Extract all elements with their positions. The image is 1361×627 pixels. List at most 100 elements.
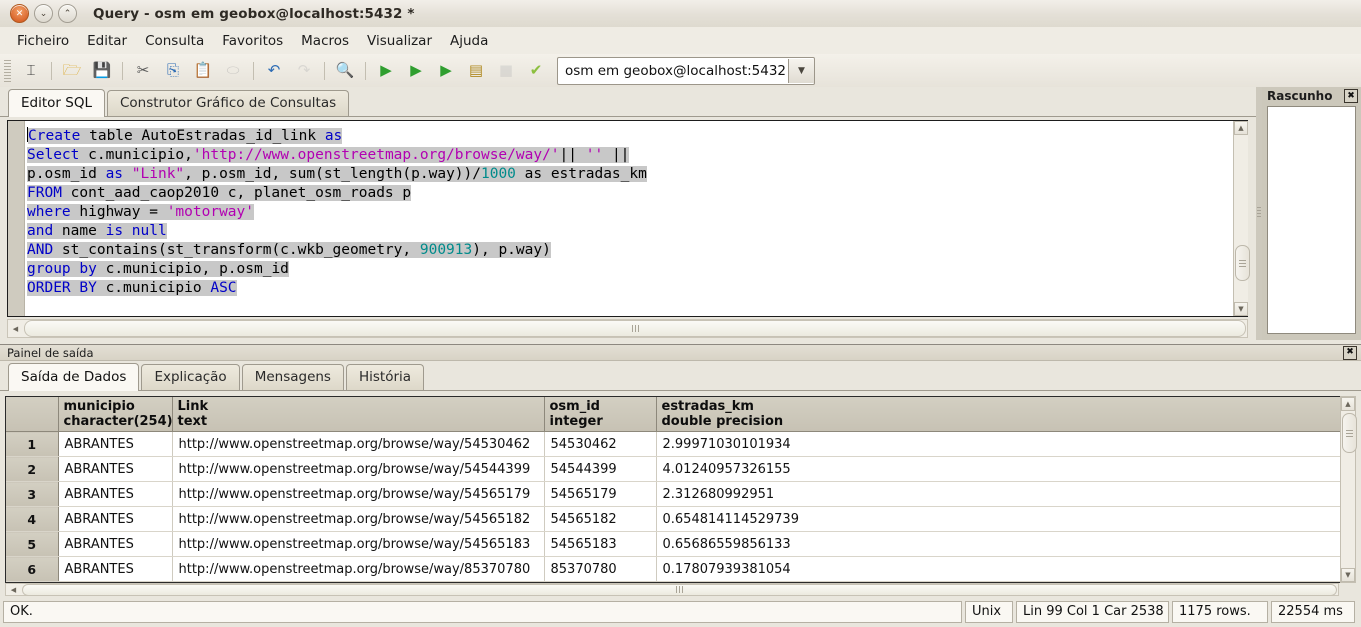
- row-number-cell[interactable]: 4: [6, 506, 59, 532]
- cell-municipio[interactable]: ABRANTES: [58, 556, 173, 582]
- tab-explicacao[interactable]: Explicação: [141, 364, 240, 390]
- cell-osm_id[interactable]: 54530462: [544, 431, 657, 457]
- grid-corner-header[interactable]: [6, 397, 59, 432]
- cell-municipio[interactable]: ABRANTES: [58, 456, 173, 482]
- grid-vertical-scrollbar[interactable]: ▲ ▼: [1340, 396, 1357, 583]
- close-icon[interactable]: ✖: [1344, 89, 1358, 103]
- cell-municipio[interactable]: ABRANTES: [58, 506, 173, 532]
- menu-favoritos[interactable]: Favoritos: [213, 30, 292, 52]
- cell-osm_id[interactable]: 54565179: [544, 481, 657, 507]
- tab-construtor-grafico[interactable]: Construtor Gráfico de Consultas: [106, 90, 350, 116]
- cell-osm_id[interactable]: 54544399: [544, 456, 657, 482]
- cell-Link[interactable]: http://www.openstreetmap.org/browse/way/…: [172, 456, 545, 482]
- new-query-icon[interactable]: ⌶: [17, 58, 45, 84]
- window-controls: ✕ ⌄ ⌃: [10, 4, 77, 23]
- menu-macros[interactable]: Macros: [292, 30, 358, 52]
- cell-Link[interactable]: http://www.openstreetmap.org/browse/way/…: [172, 556, 545, 582]
- scroll-down-icon[interactable]: ▼: [1234, 302, 1248, 316]
- execute-query-icon[interactable]: ▶: [372, 58, 400, 84]
- sql-line: where highway = 'motorway': [27, 203, 1247, 222]
- tab-saida-de-dados[interactable]: Saída de Dados: [8, 363, 140, 391]
- table-row[interactable]: 2 ABRANTES http://www.openstreetmap.org/br…: [6, 456, 1342, 482]
- tab-mensagens[interactable]: Mensagens: [241, 364, 344, 390]
- row-number-cell[interactable]: 6: [6, 556, 59, 582]
- cell-estradas_km[interactable]: 4.01240957326155: [656, 456, 1342, 482]
- menu-ficheiro[interactable]: Ficheiro: [8, 30, 78, 52]
- toolbar-grip[interactable]: [4, 59, 11, 82]
- edit-icon: ⬭: [219, 58, 247, 84]
- cut-icon[interactable]: ✂: [129, 58, 157, 84]
- table-row[interactable]: 4 ABRANTES http://www.openstreetmap.org/br…: [6, 506, 1342, 532]
- grid-hscroll-thumb[interactable]: [22, 583, 1337, 596]
- sql-line: FROM cont_aad_caop2010 c, planet_osm_roa…: [27, 184, 1247, 203]
- scroll-thumb-grip: [676, 586, 683, 593]
- close-window-button[interactable]: ✕: [10, 4, 29, 23]
- explain-analyze-icon[interactable]: ▤: [462, 58, 490, 84]
- sql-token: Select: [27, 147, 80, 163]
- execute-to-file-icon[interactable]: ▶: [402, 58, 430, 84]
- connection-value[interactable]: osm em geobox@localhost:5432: [558, 59, 788, 83]
- grid-column-header-Link[interactable]: Link text: [172, 397, 545, 432]
- cell-municipio[interactable]: ABRANTES: [58, 431, 173, 457]
- editor-vscroll-thumb[interactable]: [1235, 245, 1250, 281]
- save-file-icon[interactable]: 💾: [88, 58, 116, 84]
- chevron-down-icon[interactable]: ▼: [788, 58, 814, 83]
- grid-column-header-osm_id[interactable]: osm_id integer: [544, 397, 657, 432]
- find-icon[interactable]: 🔍: [331, 58, 359, 84]
- cell-estradas_km[interactable]: 0.17807939381054: [656, 556, 1342, 582]
- close-icon[interactable]: ✖: [1343, 345, 1357, 360]
- row-number-cell[interactable]: 5: [6, 531, 59, 557]
- cell-osm_id[interactable]: 54565182: [544, 506, 657, 532]
- tab-editor-sql[interactable]: Editor SQL: [8, 89, 105, 117]
- table-row[interactable]: 3 ABRANTES http://www.openstreetmap.org/br…: [6, 481, 1342, 507]
- tab-historia[interactable]: História: [345, 364, 425, 390]
- cell-Link[interactable]: http://www.openstreetmap.org/browse/way/…: [172, 531, 545, 557]
- minimize-window-button[interactable]: ⌄: [34, 4, 53, 23]
- cell-Link[interactable]: http://www.openstreetmap.org/browse/way/…: [172, 481, 545, 507]
- row-number-cell[interactable]: 2: [6, 456, 59, 482]
- data-output-grid[interactable]: municipio character(254) Link text osm_id int…: [5, 396, 1356, 583]
- maximize-window-button[interactable]: ⌃: [58, 4, 77, 23]
- menu-visualizar[interactable]: Visualizar: [358, 30, 441, 52]
- undo-icon[interactable]: ↶: [260, 58, 288, 84]
- row-number-cell[interactable]: 1: [6, 431, 59, 457]
- table-row[interactable]: 1 ABRANTES http://www.openstreetmap.org/br…: [6, 431, 1342, 457]
- paste-icon[interactable]: 📋: [189, 58, 217, 84]
- open-file-icon[interactable]: 🗁: [58, 58, 86, 84]
- explain-query-icon[interactable]: ▶: [432, 58, 460, 84]
- cell-estradas_km[interactable]: 0.654814114529739: [656, 506, 1342, 532]
- cell-estradas_km[interactable]: 0.65686559856133: [656, 531, 1342, 557]
- row-number-cell[interactable]: 3: [6, 481, 59, 507]
- menu-consulta[interactable]: Consulta: [136, 30, 213, 52]
- sql-editor-frame[interactable]: Create table AutoEstradas_id_link as Sele…: [7, 120, 1248, 317]
- scratch-pad-text-area[interactable]: [1267, 106, 1356, 334]
- copy-icon[interactable]: ⎘: [159, 58, 187, 84]
- menu-ajuda[interactable]: Ajuda: [441, 30, 497, 52]
- query-favourites-icon[interactable]: ✔: [522, 58, 550, 84]
- editor-vertical-scrollbar[interactable]: ▲ ▼: [1233, 121, 1250, 316]
- menu-editar[interactable]: Editar: [78, 30, 136, 52]
- scratch-pad-dock: Rascunho ✖: [1262, 87, 1361, 340]
- cell-Link[interactable]: http://www.openstreetmap.org/browse/way/…: [172, 506, 545, 532]
- connection-selector[interactable]: osm em geobox@localhost:5432 ▼: [557, 56, 815, 85]
- grid-column-header-municipio[interactable]: municipio character(254): [58, 397, 173, 432]
- editor-hscroll-thumb[interactable]: [24, 320, 1246, 337]
- grid-horizontal-scrollbar[interactable]: ◀: [5, 583, 1339, 596]
- scroll-up-icon[interactable]: ▲: [1234, 121, 1248, 135]
- scroll-left-icon[interactable]: ◀: [8, 320, 23, 337]
- cell-estradas_km[interactable]: 2.99971030101934: [656, 431, 1342, 457]
- cell-Link[interactable]: http://www.openstreetmap.org/browse/way/…: [172, 431, 545, 457]
- scroll-up-icon[interactable]: ▲: [1341, 397, 1355, 411]
- sql-text-area[interactable]: Create table AutoEstradas_id_link as Sele…: [25, 121, 1247, 316]
- grid-column-header-estradas_km[interactable]: estradas_km double precision: [656, 397, 1342, 432]
- cell-estradas_km[interactable]: 2.312680992951: [656, 481, 1342, 507]
- table-row[interactable]: 5 ABRANTES http://www.openstreetmap.org/br…: [6, 531, 1342, 557]
- cell-osm_id[interactable]: 85370780: [544, 556, 657, 582]
- scroll-down-icon[interactable]: ▼: [1341, 568, 1355, 582]
- table-row[interactable]: 6 ABRANTES http://www.openstreetmap.org/br…: [6, 556, 1342, 582]
- grid-vscroll-thumb[interactable]: [1342, 413, 1357, 453]
- editor-horizontal-scrollbar[interactable]: ◀: [7, 319, 1248, 338]
- cell-osm_id[interactable]: 54565183: [544, 531, 657, 557]
- cell-municipio[interactable]: ABRANTES: [58, 531, 173, 557]
- cell-municipio[interactable]: ABRANTES: [58, 481, 173, 507]
